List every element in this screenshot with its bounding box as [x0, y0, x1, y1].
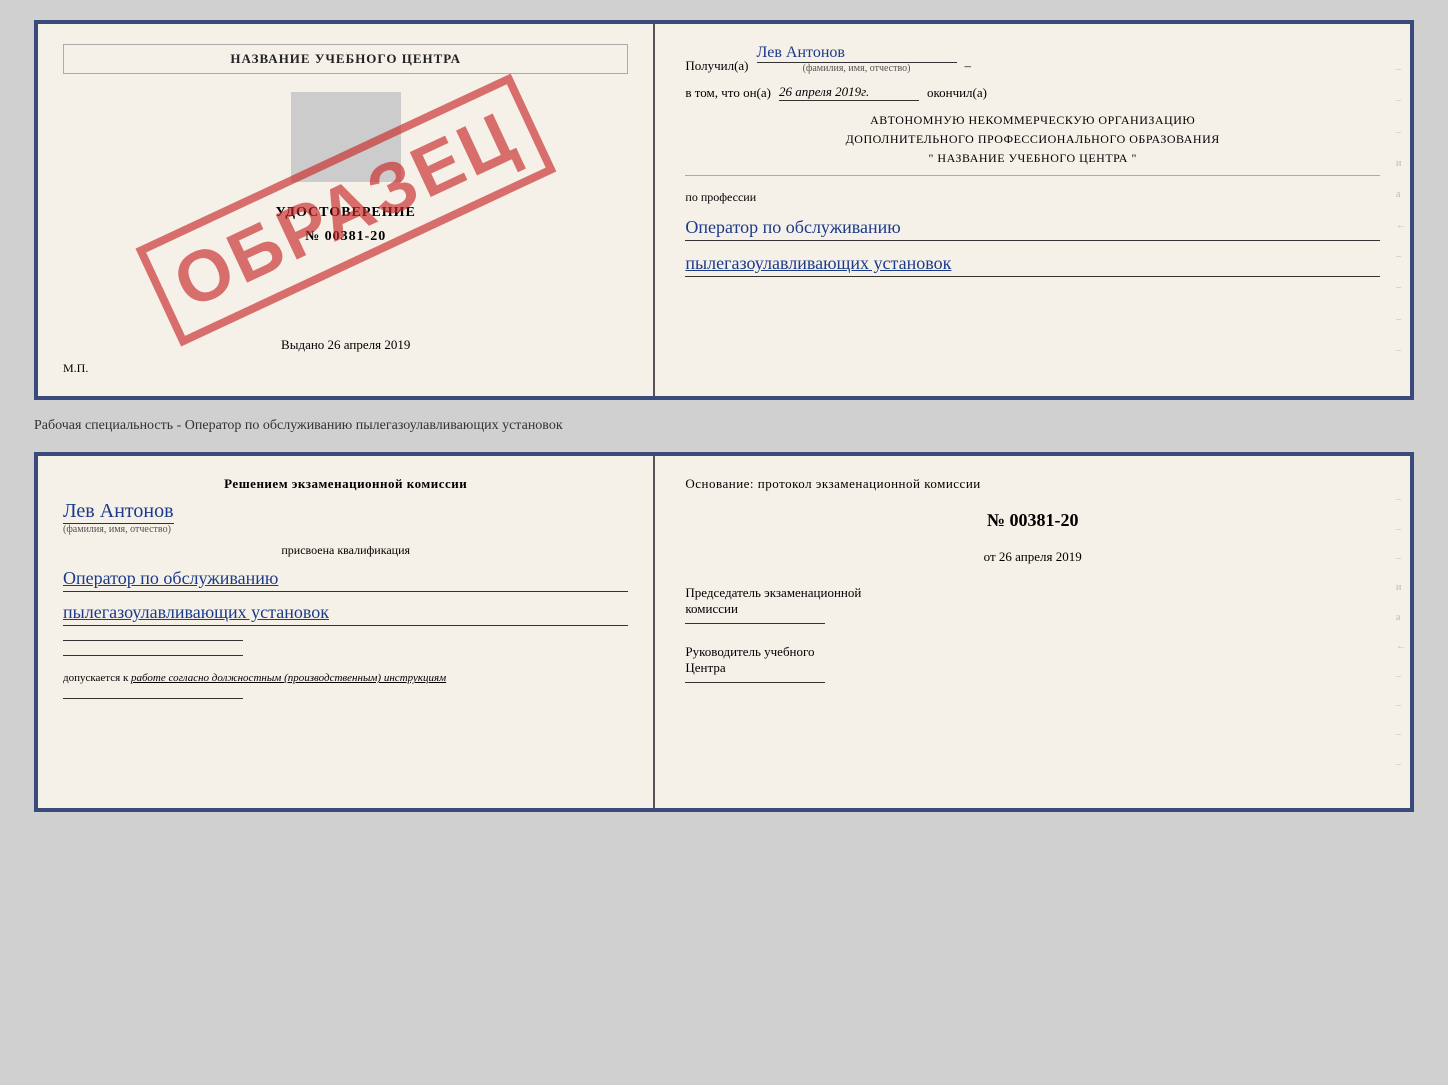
recipient-name: Лев Антонов [757, 44, 957, 63]
cert-bottom-right-panel: Основание: протокол экзаменационной коми… [655, 456, 1410, 808]
predsedatel-sig-line [685, 623, 825, 624]
org-block: АВТОНОМНУЮ НЕКОММЕРЧЕСКУЮ ОРГАНИЗАЦИЮ ДО… [685, 111, 1380, 176]
kvali-value1: Оператор по обслуживанию [63, 566, 628, 592]
vydano-date: 26 апреля 2019 [328, 337, 411, 352]
cert-top-left-panel: НАЗВАНИЕ УЧЕБНОГО ЦЕНТРА УДОСТОВЕРЕНИЕ №… [38, 24, 655, 396]
poluchil-label: Получил(а) [685, 58, 748, 74]
dopuskaetsya-label: допускается к [63, 672, 128, 684]
mp-label: М.П. [63, 361, 628, 376]
date-value: 26 апреля 2019г. [779, 84, 919, 101]
school-name-top: НАЗВАНИЕ УЧЕБНОГО ЦЕНТРА [63, 44, 628, 74]
rukovoditel-sig-line [685, 682, 825, 683]
cert-top-right-panel: Получил(а) Лев Антонов (фамилия, имя, от… [655, 24, 1410, 396]
bottom-name-script: Лев Антонов [63, 500, 174, 524]
rukovoditel-block: Руководитель учебного Центра [685, 644, 1380, 683]
profession-value2: пылегазоулавливающих установок [685, 251, 1380, 277]
dopuskaetsya-line: допускается к работе согласно должностны… [63, 672, 628, 684]
rukovoditel-line2: Центра [685, 660, 1380, 676]
vydano-label: Выдано [281, 337, 324, 352]
profession-value1: Оператор по обслуживанию [685, 215, 1380, 241]
bottom-left-content: Решением экзаменационной комиссии Лев Ан… [63, 476, 628, 699]
komissia-header: Решением экзаменационной комиссии [63, 476, 628, 492]
certificate-bottom: Решением экзаменационной комиссии Лев Ан… [34, 452, 1414, 812]
between-label: Рабочая специальность - Оператор по обсл… [34, 412, 1414, 440]
right-dashes-decoration: –––иа←–––– [1396, 44, 1406, 376]
signature-line-1 [63, 640, 243, 641]
po-professii-label: по профессии [685, 190, 1380, 205]
cert-bottom-left-panel: Решением экзаменационной комиссии Лев Ан… [38, 456, 655, 808]
org-line1: АВТОНОМНУЮ НЕКОММЕРЧЕСКУЮ ОРГАНИЗАЦИЮ [685, 111, 1380, 130]
ot-date: 26 апреля 2019 [999, 549, 1082, 564]
udostoverenie-label: УДОСТОВЕРЕНИЕ [276, 205, 416, 221]
osnovaniye-block: Основание: протокол экзаменационной коми… [685, 476, 1380, 492]
org-line2: ДОПОЛНИТЕЛЬНОГО ПРОФЕССИОНАЛЬНОГО ОБРАЗО… [685, 130, 1380, 149]
prisvoyena-label: присвоена квалификация [63, 543, 628, 558]
right-dashes-decoration-bottom: –––иа←–––– [1396, 476, 1406, 788]
ot-date-block: от 26 апреля 2019 [685, 549, 1380, 565]
certificate-top: НАЗВАНИЕ УЧЕБНОГО ЦЕНТРА УДОСТОВЕРЕНИЕ №… [34, 20, 1414, 400]
page-wrapper: НАЗВАНИЕ УЧЕБНОГО ЦЕНТРА УДОСТОВЕРЕНИЕ №… [34, 20, 1414, 812]
org-line3: " НАЗВАНИЕ УЧЕБНОГО ЦЕНТРА " [685, 149, 1380, 168]
cert-number: № 00381-20 [305, 229, 386, 245]
fio-hint-bottom: (фамилия, имя, отчество) [63, 524, 171, 535]
kvali-value2: пылегазоулавливающих установок [63, 600, 628, 626]
dopusk-italic: работе согласно должностным (производств… [131, 672, 446, 684]
recipient-dash: – [965, 58, 972, 74]
v-tom-label: в том, что он(а) [685, 85, 771, 101]
rukovoditel-line1: Руководитель учебного [685, 644, 1380, 660]
signature-line-2 [63, 655, 243, 656]
osnovanie-label: Основание: протокол экзаменационной коми… [685, 476, 980, 491]
predsedatel-line1: Председатель экзаменационной [685, 585, 1380, 601]
signature-line-3 [63, 698, 243, 699]
ot-label: от [984, 549, 996, 564]
vydano-line: Выдано 26 апреля 2019 [63, 337, 628, 353]
photo-placeholder [291, 92, 401, 182]
predsedatel-block: Председатель экзаменационной комиссии [685, 585, 1380, 624]
date-line: в том, что он(а) 26 апреля 2019г. окончи… [685, 84, 1380, 101]
fio-hint-top: (фамилия, имя, отчество) [803, 63, 911, 74]
recipient-line: Получил(а) Лев Антонов (фамилия, имя, от… [685, 44, 1380, 74]
predsedatel-line2: комиссии [685, 601, 1380, 617]
bottom-number: № 00381-20 [685, 510, 1380, 531]
okonchil-label: окончил(а) [927, 85, 987, 101]
cert-top-left-content: НАЗВАНИЕ УЧЕБНОГО ЦЕНТРА УДОСТОВЕРЕНИЕ №… [63, 44, 628, 245]
